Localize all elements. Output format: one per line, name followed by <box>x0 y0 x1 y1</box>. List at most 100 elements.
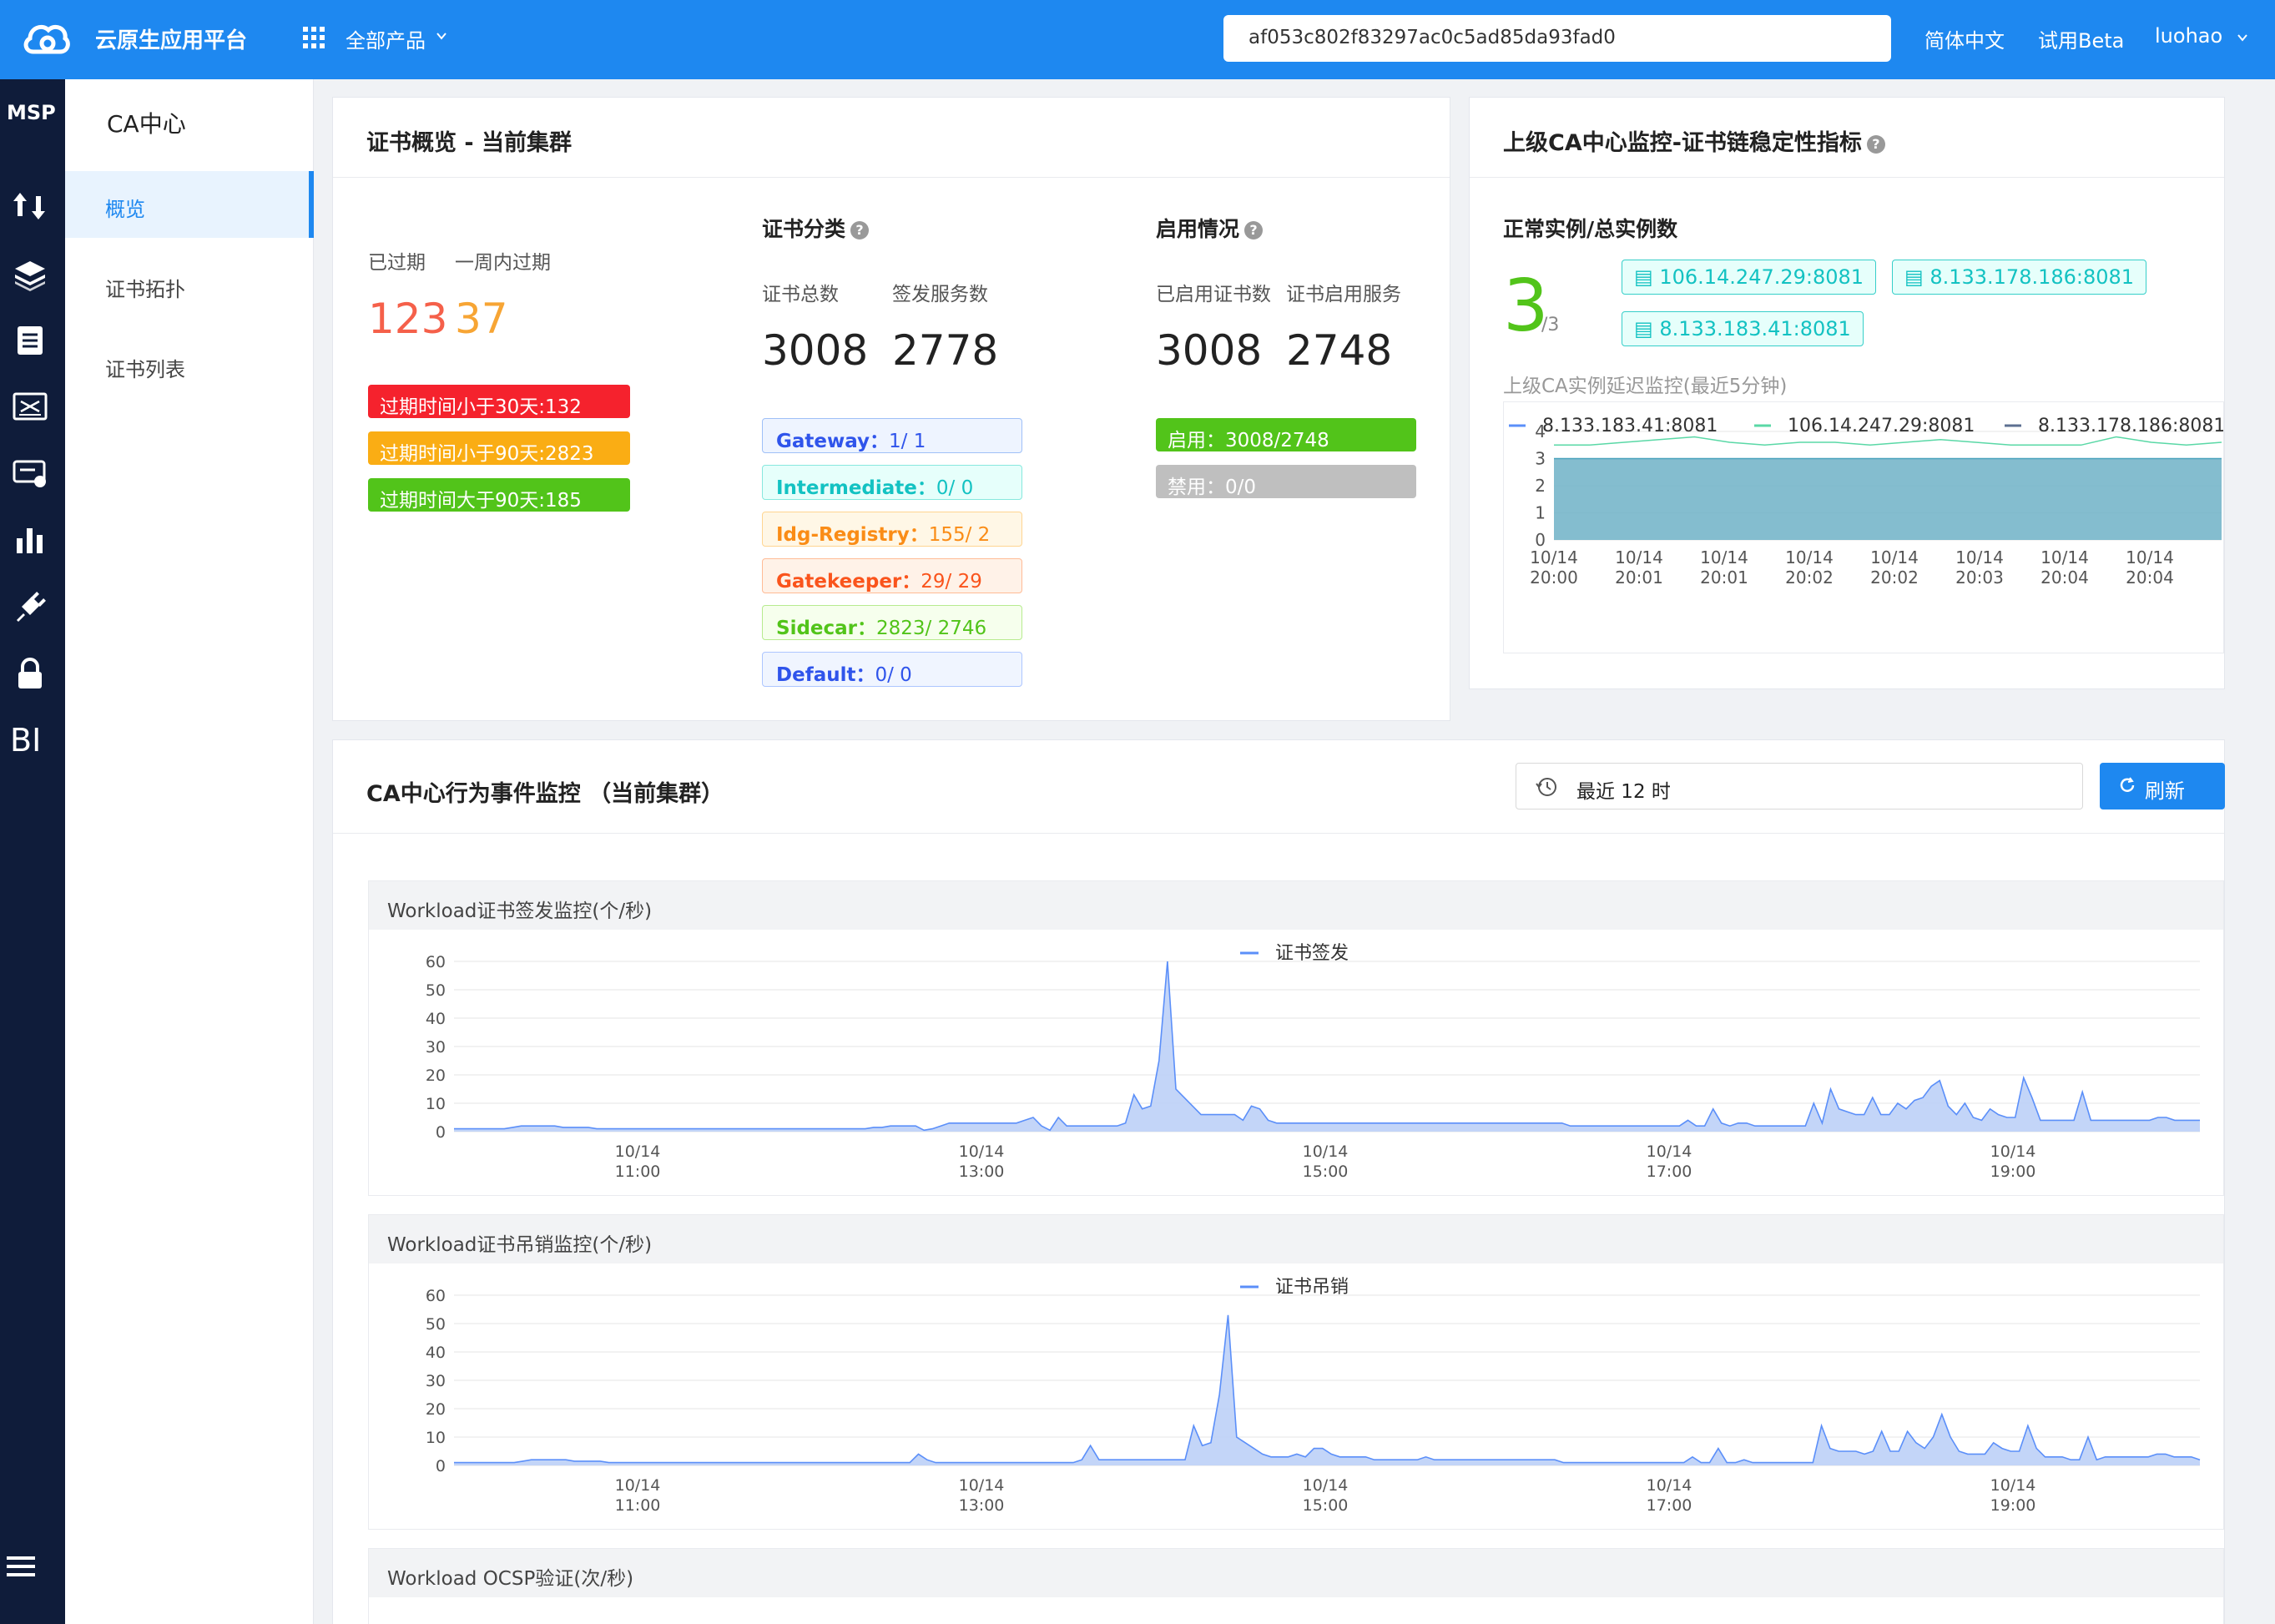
beta-link[interactable]: 试用Beta <box>2038 24 2124 53</box>
sidebar-item-cert-list[interactable]: 证书列表 <box>65 331 314 398</box>
tag-gatekeeper-value: 29/ 29 <box>921 571 982 593</box>
history-clock-icon <box>1536 778 1556 796</box>
legend-label: 证书签发 <box>1275 943 1349 964</box>
help-icon[interactable]: ? <box>1866 134 1885 154</box>
sidebar-title: CA中心 <box>107 110 186 138</box>
apps-grid-icon[interactable] <box>302 26 325 49</box>
x-tick-date: 10/14 <box>1530 547 1578 567</box>
issue-chart-title: Workload证书签发监控(个/秒) <box>369 881 2223 930</box>
legend-label: 8.133.183.41:8081 <box>1542 416 1718 436</box>
user-chevron-down-icon[interactable] <box>2237 32 2248 43</box>
issue-count: 2778 <box>892 326 999 375</box>
tag-gatekeeper[interactable]: Gatekeeper：29/ 29 <box>762 558 1022 593</box>
week-expire-count: 37 <box>455 295 508 343</box>
category-heading: 证书分类? <box>762 213 870 243</box>
week-expire-label: 一周内过期 <box>455 252 551 274</box>
total-label: 证书总数 <box>762 284 839 305</box>
bar-chart-icon[interactable] <box>12 522 48 558</box>
x-tick-time: 13:00 <box>959 1163 1005 1181</box>
bi-icon[interactable]: BI <box>10 722 41 759</box>
y-tick-label: 0 <box>436 1457 446 1475</box>
y-tick-label: 20 <box>426 1067 446 1085</box>
language-switch[interactable]: 简体中文 <box>1924 24 2005 53</box>
tag-gateway-name: Gateway： <box>776 431 890 452</box>
refresh-button[interactable]: 刷新 <box>2100 763 2225 809</box>
server-icon: ▤ <box>1904 265 1930 289</box>
normal-instances: 3 <box>1503 265 1549 348</box>
tag-intermediate-name: Intermediate： <box>776 477 936 499</box>
enabled-badge[interactable]: 启用：3008/2748 <box>1156 418 1416 451</box>
x-tick-date: 10/14 <box>959 1142 1005 1161</box>
enabled-label: 已启用证书数 <box>1156 284 1271 305</box>
y-tick-label: 10 <box>426 1429 446 1447</box>
upstream-ca-card: 上级CA中心监控-证书链稳定性指标? 正常实例/总实例数 3 /3 ▤ 106.… <box>1469 97 2225 689</box>
help-icon[interactable]: ? <box>1244 221 1264 240</box>
chevron-down-icon[interactable] <box>436 30 447 42</box>
enable-heading: 启用情况? <box>1156 213 1264 243</box>
y-tick-label: 30 <box>426 1372 446 1390</box>
msp-title[interactable]: MSP <box>7 101 56 124</box>
x-tick-time: 11:00 <box>615 1163 661 1181</box>
tag-intermediate[interactable]: Intermediate：0/ 0 <box>762 465 1022 500</box>
menu-icon[interactable] <box>3 1548 40 1585</box>
revoke-chart-title: Workload证书吊销监控(个/秒) <box>369 1215 2223 1263</box>
sidebar-item-overview[interactable]: 概览 <box>65 171 314 238</box>
user-menu[interactable]: luohao <box>2155 24 2222 48</box>
x-tick-time: 20:03 <box>1955 567 2004 588</box>
instance-ip-1-label: 106.14.247.29:8081 <box>1659 265 1864 289</box>
instance-ip-3-label: 8.133.183.41:8081 <box>1659 317 1851 340</box>
y-tick-label: 40 <box>426 1010 446 1028</box>
expired-label: 已过期 <box>368 252 426 274</box>
sidebar-item-topology[interactable]: 证书拓扑 <box>65 251 314 318</box>
revoke-chart: 010203040506010/1411:0010/1413:0010/1415… <box>426 1277 2201 1515</box>
help-icon[interactable]: ? <box>850 221 870 240</box>
tag-idg-registry[interactable]: Idg-Registry：155/ 2 <box>762 512 1022 547</box>
time-range-picker[interactable]: 最近 12 时 <box>1516 763 2083 809</box>
server-icon: ▤ <box>1634 265 1660 289</box>
instance-ip-3[interactable]: ▤ 8.133.183.41:8081 <box>1622 311 1864 346</box>
x-tick-time: 15:00 <box>1303 1163 1349 1181</box>
latency-chart-box: 0 1 2 3 4 10/14 20:00 10/14 20:01 10/14 20:01 10/14… <box>1503 401 2225 653</box>
search-input[interactable]: af053c802f83297ac0c5ad85da93fad0 <box>1223 15 1891 62</box>
transfer-icon[interactable] <box>12 188 48 224</box>
server-monitor-icon[interactable] <box>12 455 48 492</box>
instance-ip-1[interactable]: ▤ 106.14.247.29:8081 <box>1622 260 1877 295</box>
x-tick-date: 10/14 <box>2126 547 2174 567</box>
instances-label: 正常实例/总实例数 <box>1503 217 1678 241</box>
tag-gateway[interactable]: Gateway：1/ 1 <box>762 418 1022 453</box>
all-products-menu[interactable]: 全部产品 <box>346 24 426 53</box>
y-tick-label: 40 <box>426 1344 446 1362</box>
total-instances: /3 <box>1541 315 1560 335</box>
expire-over-90-badge[interactable]: 过期时间大于90天:185 <box>368 478 630 512</box>
instance-ip-2[interactable]: ▤ 8.133.178.186:8081 <box>1892 260 2147 295</box>
disabled-badge[interactable]: 禁用：0/0 <box>1156 465 1416 498</box>
revoke-chart-panel: Workload证书吊销监控(个/秒) 0 10 20 30 40 50 60 10/14 11… <box>368 1214 2224 1530</box>
expire-30-badge[interactable]: 过期时间小于30天:132 <box>368 385 630 418</box>
tag-sidecar-value: 2823/ 2746 <box>876 618 987 639</box>
category-title: 证书分类 <box>762 217 846 241</box>
refresh-icon <box>2120 777 2135 792</box>
total-count: 3008 <box>762 326 869 375</box>
tag-default[interactable]: Default：0/ 0 <box>762 652 1022 687</box>
clipboard-icon[interactable] <box>12 321 48 358</box>
series-line-secondary <box>1554 436 2222 446</box>
tag-sidecar[interactable]: Sidecar：2823/ 2746 <box>762 605 1022 640</box>
x-tick-time: 20:00 <box>1530 567 1578 588</box>
tag-gateway-value: 1/ 1 <box>889 431 926 452</box>
issue-label: 签发服务数 <box>892 284 988 305</box>
upstream-heading: 上级CA中心监控-证书链稳定性指标? <box>1470 98 2224 178</box>
x-tick-time: 11:00 <box>615 1496 661 1515</box>
platform-brand[interactable]: 云原生应用平台 <box>95 23 247 54</box>
secondary-sidebar: CA中心 概览 证书拓扑 证书列表 <box>65 79 314 1624</box>
enabled-count: 3008 <box>1156 326 1263 375</box>
cloud-logo-icon[interactable] <box>22 18 70 57</box>
x-tick-date: 10/14 <box>1303 1142 1349 1161</box>
layers-icon[interactable] <box>12 256 48 293</box>
expire-90-badge[interactable]: 过期时间小于90天:2823 <box>368 431 630 465</box>
certificate-icon[interactable] <box>12 388 48 425</box>
lock-icon[interactable] <box>12 655 48 692</box>
plug-icon[interactable] <box>12 588 48 625</box>
y-tick-label: 2 <box>1535 476 1546 496</box>
x-tick-date: 10/14 <box>1990 1476 2036 1495</box>
server-icon: ▤ <box>1634 317 1660 340</box>
